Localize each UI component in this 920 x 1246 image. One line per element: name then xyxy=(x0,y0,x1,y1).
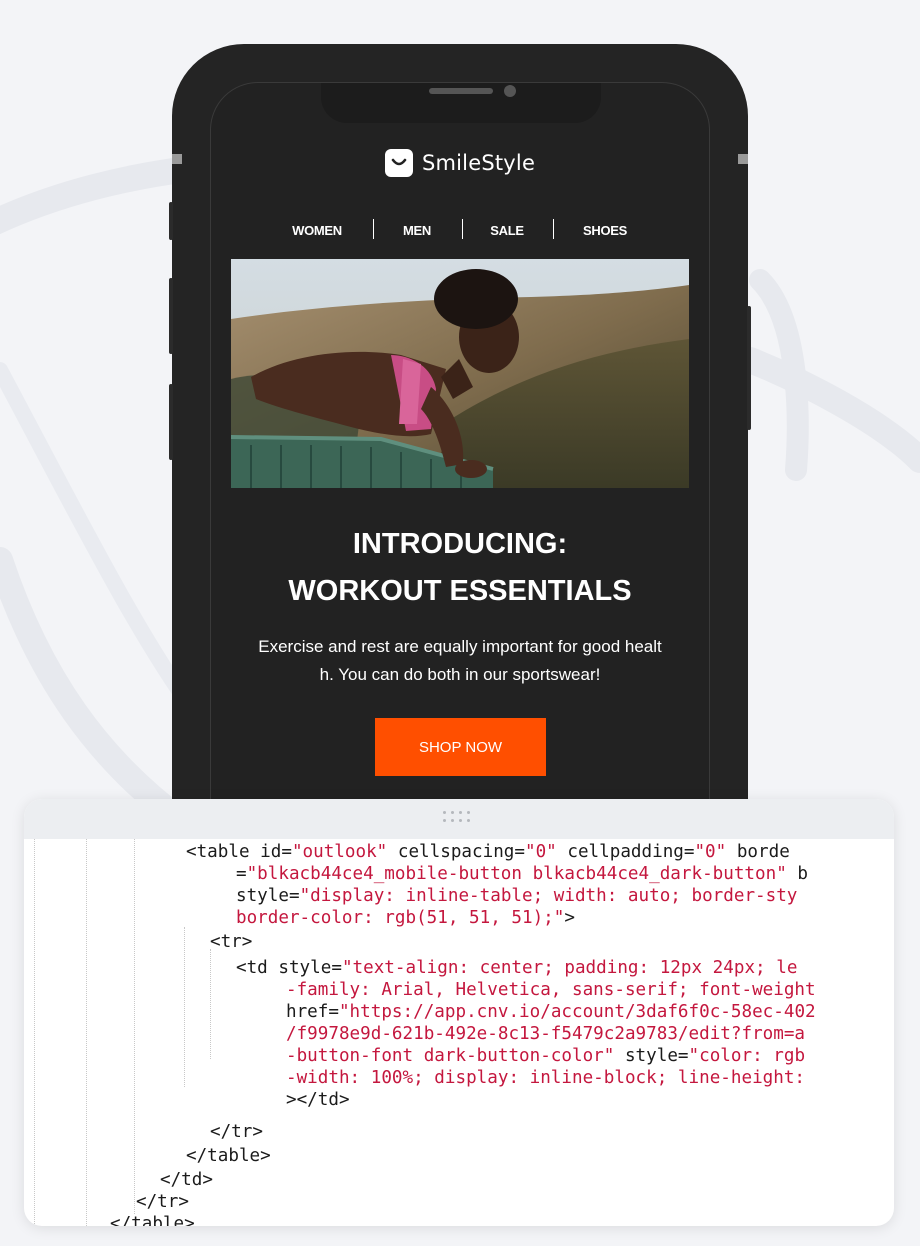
code-line: -family: Arial, Helvetica, sans-serif; f… xyxy=(286,979,816,1001)
code-view[interactable]: <table id="outlook" cellspacing="0" cell… xyxy=(24,839,894,1226)
code-line: </table> xyxy=(110,1213,195,1226)
smile-icon xyxy=(384,149,413,177)
indent-guide xyxy=(34,839,35,1226)
code-line: </td> xyxy=(160,1169,213,1191)
code-string-token: border-color: rgb(51, 51, 51);" xyxy=(236,908,565,928)
code-line: style="display: inline-table; width: aut… xyxy=(236,885,797,907)
nav-men[interactable]: MEN xyxy=(377,219,457,243)
body-text: Exercise and rest are equally important … xyxy=(258,637,662,684)
code-line: ></td> xyxy=(286,1089,350,1111)
code-token: <table id= xyxy=(186,842,292,862)
code-string-token: "0" xyxy=(694,842,727,862)
code-line: href="https://app.cnv.io/account/3daf6f0… xyxy=(286,1001,816,1023)
code-string-token: "blkacb44ce4_mobile-button blkacb44ce4_d… xyxy=(246,864,787,884)
code-panel[interactable]: <table id="outlook" cellspacing="0" cell… xyxy=(24,799,894,1226)
code-string-token: "text-align: center; padding: 12px 24px;… xyxy=(341,958,798,978)
code-token: = xyxy=(236,864,247,884)
indent-guide xyxy=(134,839,135,1214)
code-token: ></td> xyxy=(286,1090,350,1110)
shop-now-button[interactable]: SHOP NOW xyxy=(375,718,546,776)
code-string-token: "https://app.cnv.io/account/3daf6f0c-58e… xyxy=(338,1002,816,1022)
phone-edge-highlight xyxy=(738,154,748,164)
hero-image[interactable] xyxy=(231,259,689,488)
code-line: </table> xyxy=(186,1145,271,1167)
phone-power-button xyxy=(747,306,751,430)
code-string-token: "outlook" xyxy=(291,842,388,862)
code-token: b xyxy=(786,864,808,884)
code-token: href= xyxy=(286,1002,339,1022)
code-token: </tr> xyxy=(210,1122,263,1142)
indent-guide xyxy=(184,927,185,1087)
code-token: </td> xyxy=(160,1170,213,1190)
code-line: /f9978e9d-621b-492e-8c13-f5479c2a9783/ed… xyxy=(286,1023,805,1045)
brand-name: SmileStyle xyxy=(421,151,536,175)
nav-divider xyxy=(373,219,374,239)
code-token: </tr> xyxy=(136,1192,189,1212)
code-token: </table> xyxy=(110,1214,195,1226)
code-token: style= xyxy=(614,1046,689,1066)
code-string-token: "color: rgb xyxy=(688,1046,806,1066)
code-string-token: -button-font dark-button-color" xyxy=(286,1046,615,1066)
indent-guide xyxy=(86,839,87,1226)
phone-edge-highlight xyxy=(172,154,182,164)
brand-logo[interactable]: SmileStyle xyxy=(231,149,689,177)
code-token: <tr> xyxy=(210,932,253,952)
indent-guide xyxy=(210,949,211,1059)
drag-handle-icon[interactable] xyxy=(443,810,475,826)
code-token: borde xyxy=(726,842,790,862)
code-line: </tr> xyxy=(136,1191,189,1213)
code-token: cellpadding= xyxy=(556,842,695,862)
code-line: -button-font dark-button-color" style="c… xyxy=(286,1045,805,1067)
phone-volume-up xyxy=(169,278,173,354)
code-string-token: "0" xyxy=(524,842,557,862)
code-panel-header[interactable] xyxy=(24,799,894,839)
code-string-token: /f9978e9d-621b-492e-8c13-f5479c2a9783/ed… xyxy=(286,1024,806,1044)
code-token: cellspacing= xyxy=(387,842,525,862)
headline-line-2: WORKOUT ESSENTIALS xyxy=(288,575,632,607)
code-string-token: "display: inline-table; width: auto; bor… xyxy=(299,886,798,906)
phone-volume-down xyxy=(169,384,173,460)
headline-line-1: INTRODUCING: xyxy=(352,528,568,560)
nav-women[interactable]: WOMEN xyxy=(277,219,357,243)
nav-shoes[interactable]: SHOES xyxy=(565,219,645,243)
nav-divider xyxy=(553,219,554,239)
headline: INTRODUCING: WORKOUT ESSENTIALS xyxy=(231,521,689,615)
code-line: -width: 100%; display: inline-block; lin… xyxy=(286,1067,805,1089)
code-line: border-color: rgb(51, 51, 51);"> xyxy=(236,907,575,929)
code-token: > xyxy=(564,908,575,928)
code-token: </table> xyxy=(186,1146,271,1166)
code-line: <tr> xyxy=(210,931,252,953)
code-line: <table id="outlook" cellspacing="0" cell… xyxy=(186,841,790,863)
code-line: ="blkacb44ce4_mobile-button blkacb44ce4_… xyxy=(236,863,808,885)
code-line: <td style="text-align: center; padding: … xyxy=(236,957,797,979)
code-string-token: -width: 100%; display: inline-block; lin… xyxy=(286,1068,806,1088)
code-token: style= xyxy=(236,886,300,906)
code-line: </tr> xyxy=(210,1121,263,1143)
nav-divider xyxy=(462,219,463,239)
phone-side-button xyxy=(169,202,173,240)
email-nav: WOMEN MEN SALE SHOES xyxy=(231,219,689,243)
code-string-token: -family: Arial, Helvetica, sans-serif; f… xyxy=(286,980,816,1000)
nav-sale[interactable]: SALE xyxy=(467,219,547,243)
code-token: <td style= xyxy=(236,958,342,978)
